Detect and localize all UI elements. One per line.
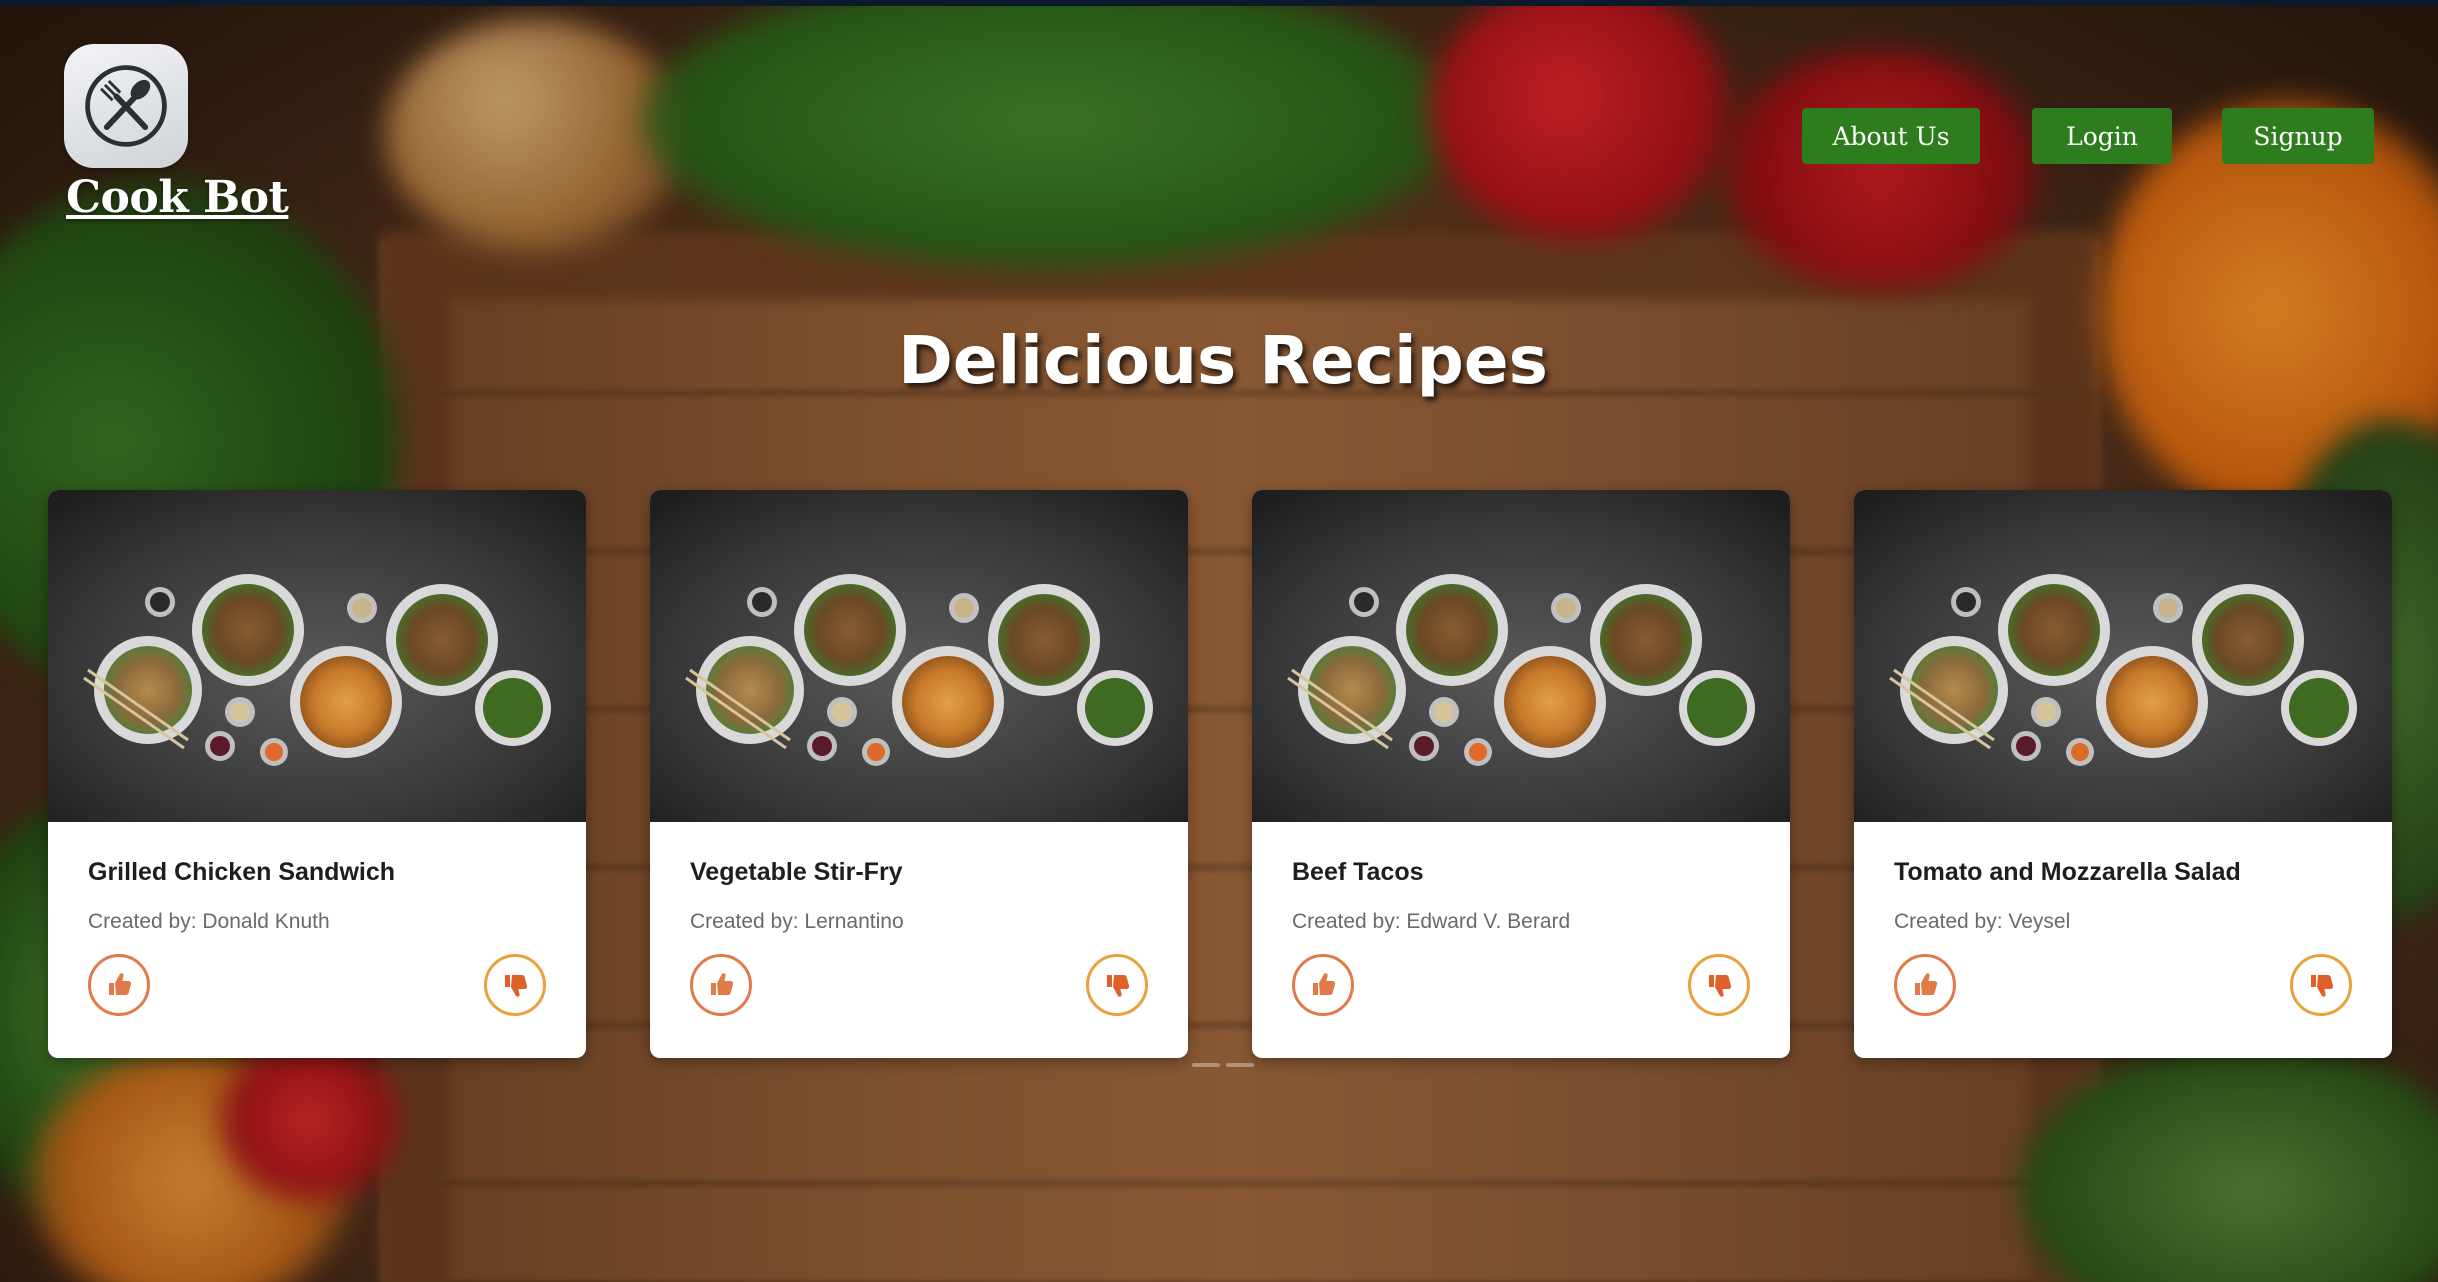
thumbs-down-icon: [1107, 975, 1130, 997]
logo[interactable]: [64, 44, 188, 168]
site-header: Cook Bot About Us Login Signup: [0, 0, 2438, 250]
carousel-indicator[interactable]: [1192, 1052, 1260, 1071]
dislike-button[interactable]: [484, 954, 546, 1016]
like-button[interactable]: [1292, 954, 1354, 1016]
recipe-image: [1854, 490, 2392, 822]
recipe-image: [650, 490, 1188, 822]
thumbs-up-icon: [1915, 973, 1938, 995]
dislike-button[interactable]: [1086, 954, 1148, 1016]
like-button[interactable]: [88, 954, 150, 1016]
recipe-author: Created by: Veysel: [1894, 910, 2071, 933]
thumbs-down-icon: [1709, 975, 1732, 997]
like-button[interactable]: [1894, 954, 1956, 1016]
thumbs-up-icon: [109, 973, 132, 995]
thumbs-down-icon: [505, 975, 528, 997]
recipe-title: Vegetable Stir-Fry: [690, 858, 903, 886]
dislike-button[interactable]: [2290, 954, 2352, 1016]
recipe-title: Beef Tacos: [1292, 858, 1424, 886]
like-button[interactable]: [690, 954, 752, 1016]
about-us-button[interactable]: About Us: [1802, 108, 1980, 164]
recipe-card[interactable]: Grilled Chicken Sandwich Created by: Don…: [48, 490, 586, 1058]
dislike-button[interactable]: [1688, 954, 1750, 1016]
thumbs-up-icon: [1313, 973, 1336, 995]
recipe-title: Tomato and Mozzarella Salad: [1894, 858, 2241, 886]
thumbs-down-icon: [2311, 975, 2334, 997]
recipe-card[interactable]: Vegetable Stir-Fry Created by: Lernantin…: [650, 490, 1188, 1058]
signup-button[interactable]: Signup: [2222, 108, 2374, 164]
recipe-image: [48, 490, 586, 822]
fork-spoon-cross-icon: [85, 65, 167, 147]
recipe-author: Created by: Edward V. Berard: [1292, 910, 1571, 933]
thumbs-up-icon: [711, 973, 734, 995]
recipe-card[interactable]: Tomato and Mozzarella Salad Created by: …: [1854, 490, 2392, 1058]
brand-link[interactable]: Cook Bot: [66, 172, 289, 223]
recipe-image: [1252, 490, 1790, 822]
recipe-title: Grilled Chicken Sandwich: [88, 858, 396, 886]
login-button[interactable]: Login: [2032, 108, 2172, 164]
recipe-author: Created by: Lernantino: [690, 910, 904, 933]
page-title: Delicious Recipes: [898, 322, 1548, 399]
recipe-card[interactable]: Beef Tacos Created by: Edward V. Berard: [1252, 490, 1790, 1058]
recipe-author: Created by: Donald Knuth: [88, 910, 330, 933]
